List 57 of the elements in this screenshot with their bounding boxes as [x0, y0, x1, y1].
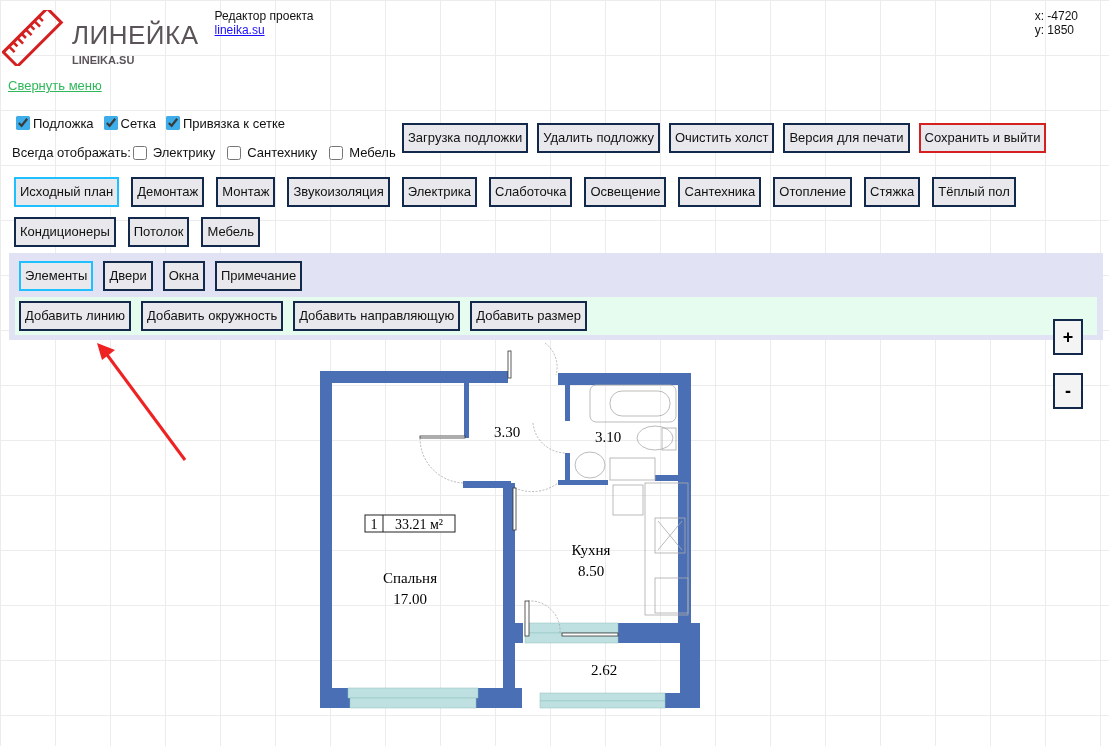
layer-tab[interactable]: Стяжка	[864, 176, 921, 207]
area-label: 1 33.21 м²	[364, 514, 456, 532]
layer-tab[interactable]: Отопление	[773, 176, 852, 207]
layer-tab[interactable]: Сантехника	[678, 176, 762, 207]
tool-button[interactable]: Добавить окружность	[141, 300, 284, 331]
checkbox[interactable]	[103, 116, 118, 131]
room-area: 8.50	[577, 562, 605, 579]
checkbox[interactable]	[132, 145, 147, 160]
checkbox[interactable]	[227, 145, 242, 160]
room-name: Спальня	[382, 569, 438, 586]
tool-button[interactable]: Добавить линию	[19, 300, 132, 331]
layer-tab[interactable]: Освещение	[584, 176, 667, 207]
action-button[interactable]: Версия для печати	[783, 123, 910, 153]
room-area: 3.30	[493, 423, 521, 440]
element-tab[interactable]: Примечание	[214, 260, 303, 291]
element-tab[interactable]: Окна	[162, 260, 205, 291]
zoom-in-button[interactable]: +	[1053, 319, 1083, 355]
checkbox-label: Мебель	[349, 144, 396, 162]
always-show-label: Всегда отображать:	[12, 144, 131, 162]
layer-tab[interactable]: Демонтаж	[131, 176, 205, 207]
layer-tab[interactable]: Кондиционеры	[14, 216, 116, 247]
layer-tab[interactable]: Звукоизоляция	[287, 176, 390, 207]
element-tab[interactable]: Элементы	[19, 260, 94, 291]
checkbox[interactable]	[165, 116, 180, 131]
checkbox-label: Подложка	[33, 114, 94, 133]
checkbox[interactable]	[16, 116, 30, 131]
checkbox-label: Привязка к сетке	[182, 114, 285, 133]
logo-title: ЛИНЕЙКА	[72, 22, 199, 48]
room-name: Кухня	[571, 541, 611, 558]
layer-tab[interactable]: Потолок	[127, 216, 190, 247]
ruler-logo-icon	[2, 10, 64, 66]
layer-tab[interactable]: Слаботочка	[489, 176, 573, 207]
save-exit-button[interactable]: Сохранить и выйти	[918, 123, 1047, 153]
coordinate-x: x: -4720	[1034, 9, 1078, 23]
zoom-out-button[interactable]: -	[1053, 373, 1083, 409]
room-area: 3.10	[594, 428, 622, 445]
checkbox-label: Сетка	[120, 114, 156, 133]
element-tab[interactable]: Двери	[103, 260, 153, 291]
layer-tab[interactable]: Тёплый пол	[932, 176, 1016, 207]
action-button[interactable]: Загрузка подложки	[402, 123, 529, 153]
tool-button[interactable]: Добавить размер	[470, 300, 587, 331]
room-area: 2.62	[590, 661, 618, 678]
coordinate-y: y: 1850	[1034, 23, 1075, 37]
layer-tab[interactable]: Мебель	[201, 216, 260, 247]
checkbox-label: Электрику	[152, 144, 216, 162]
site-link[interactable]: lineika.su	[214, 23, 265, 37]
action-button[interactable]: Очистить холст	[668, 123, 775, 153]
tool-button[interactable]: Добавить направляющую	[293, 300, 461, 331]
layer-tab[interactable]: Электрика	[401, 176, 478, 207]
logo-subtitle: LINEIKA.SU	[72, 53, 136, 68]
action-button[interactable]: Удалить подложку	[537, 123, 660, 153]
room-area: 17.00	[393, 590, 427, 607]
checkbox[interactable]	[329, 145, 344, 160]
editor-label: Редактор проекта	[214, 9, 314, 23]
layer-tab[interactable]: Исходный план	[14, 176, 120, 207]
layer-tab[interactable]: Монтаж	[216, 176, 276, 207]
checkbox-label: Сантехнику	[247, 144, 318, 162]
